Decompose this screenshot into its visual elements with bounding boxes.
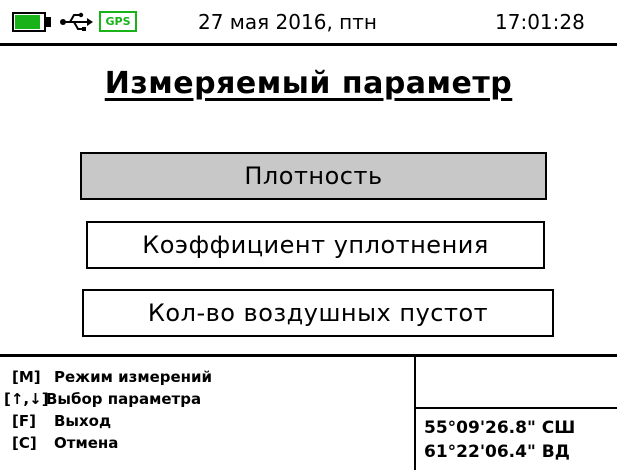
battery-tip bbox=[46, 17, 51, 27]
hint-key: [C] bbox=[12, 434, 37, 452]
hint-key: [M] bbox=[12, 368, 41, 386]
hint-desc: Выбор параметра bbox=[46, 390, 202, 408]
hint-key: [F] bbox=[12, 412, 36, 430]
hint-mode: [M] Режим измерений bbox=[12, 367, 212, 387]
page-title: Измеряемый параметр bbox=[104, 66, 513, 101]
hint-cancel: [C] Отмена bbox=[12, 433, 118, 453]
hint-key: [↑,↓] bbox=[4, 390, 49, 408]
time-display: 17:01:28 bbox=[495, 10, 585, 34]
battery-level-fill bbox=[15, 15, 40, 29]
hint-select: [↑,↓] Выбор параметра bbox=[4, 389, 201, 409]
hint-exit: [F] Выход bbox=[12, 411, 111, 431]
option-compaction-coefficient[interactable]: Коэффициент уплотнения bbox=[86, 221, 545, 269]
coords-divider bbox=[416, 407, 617, 409]
battery-icon bbox=[12, 12, 46, 32]
footer-divider bbox=[414, 357, 416, 470]
option-density[interactable]: Плотность bbox=[80, 152, 547, 200]
longitude-readout: 61°22'06.4" ВД bbox=[424, 442, 570, 462]
option-air-voids[interactable]: Кол-во воздушных пустот bbox=[82, 289, 554, 337]
hint-desc: Выход bbox=[54, 412, 112, 430]
footer-panel: [M] Режим измерений [↑,↓] Выбор параметр… bbox=[0, 354, 617, 470]
latitude-readout: 55°09'26.8" СШ bbox=[424, 418, 576, 438]
hint-desc: Режим измерений bbox=[54, 368, 213, 386]
hint-desc: Отмена bbox=[54, 434, 119, 452]
usb-icon bbox=[60, 12, 93, 31]
gps-badge: GPS bbox=[99, 11, 137, 32]
status-bar: GPS 27 мая 2016, птн 17:01:28 bbox=[0, 0, 617, 46]
date-display: 27 мая 2016, птн bbox=[198, 10, 377, 34]
